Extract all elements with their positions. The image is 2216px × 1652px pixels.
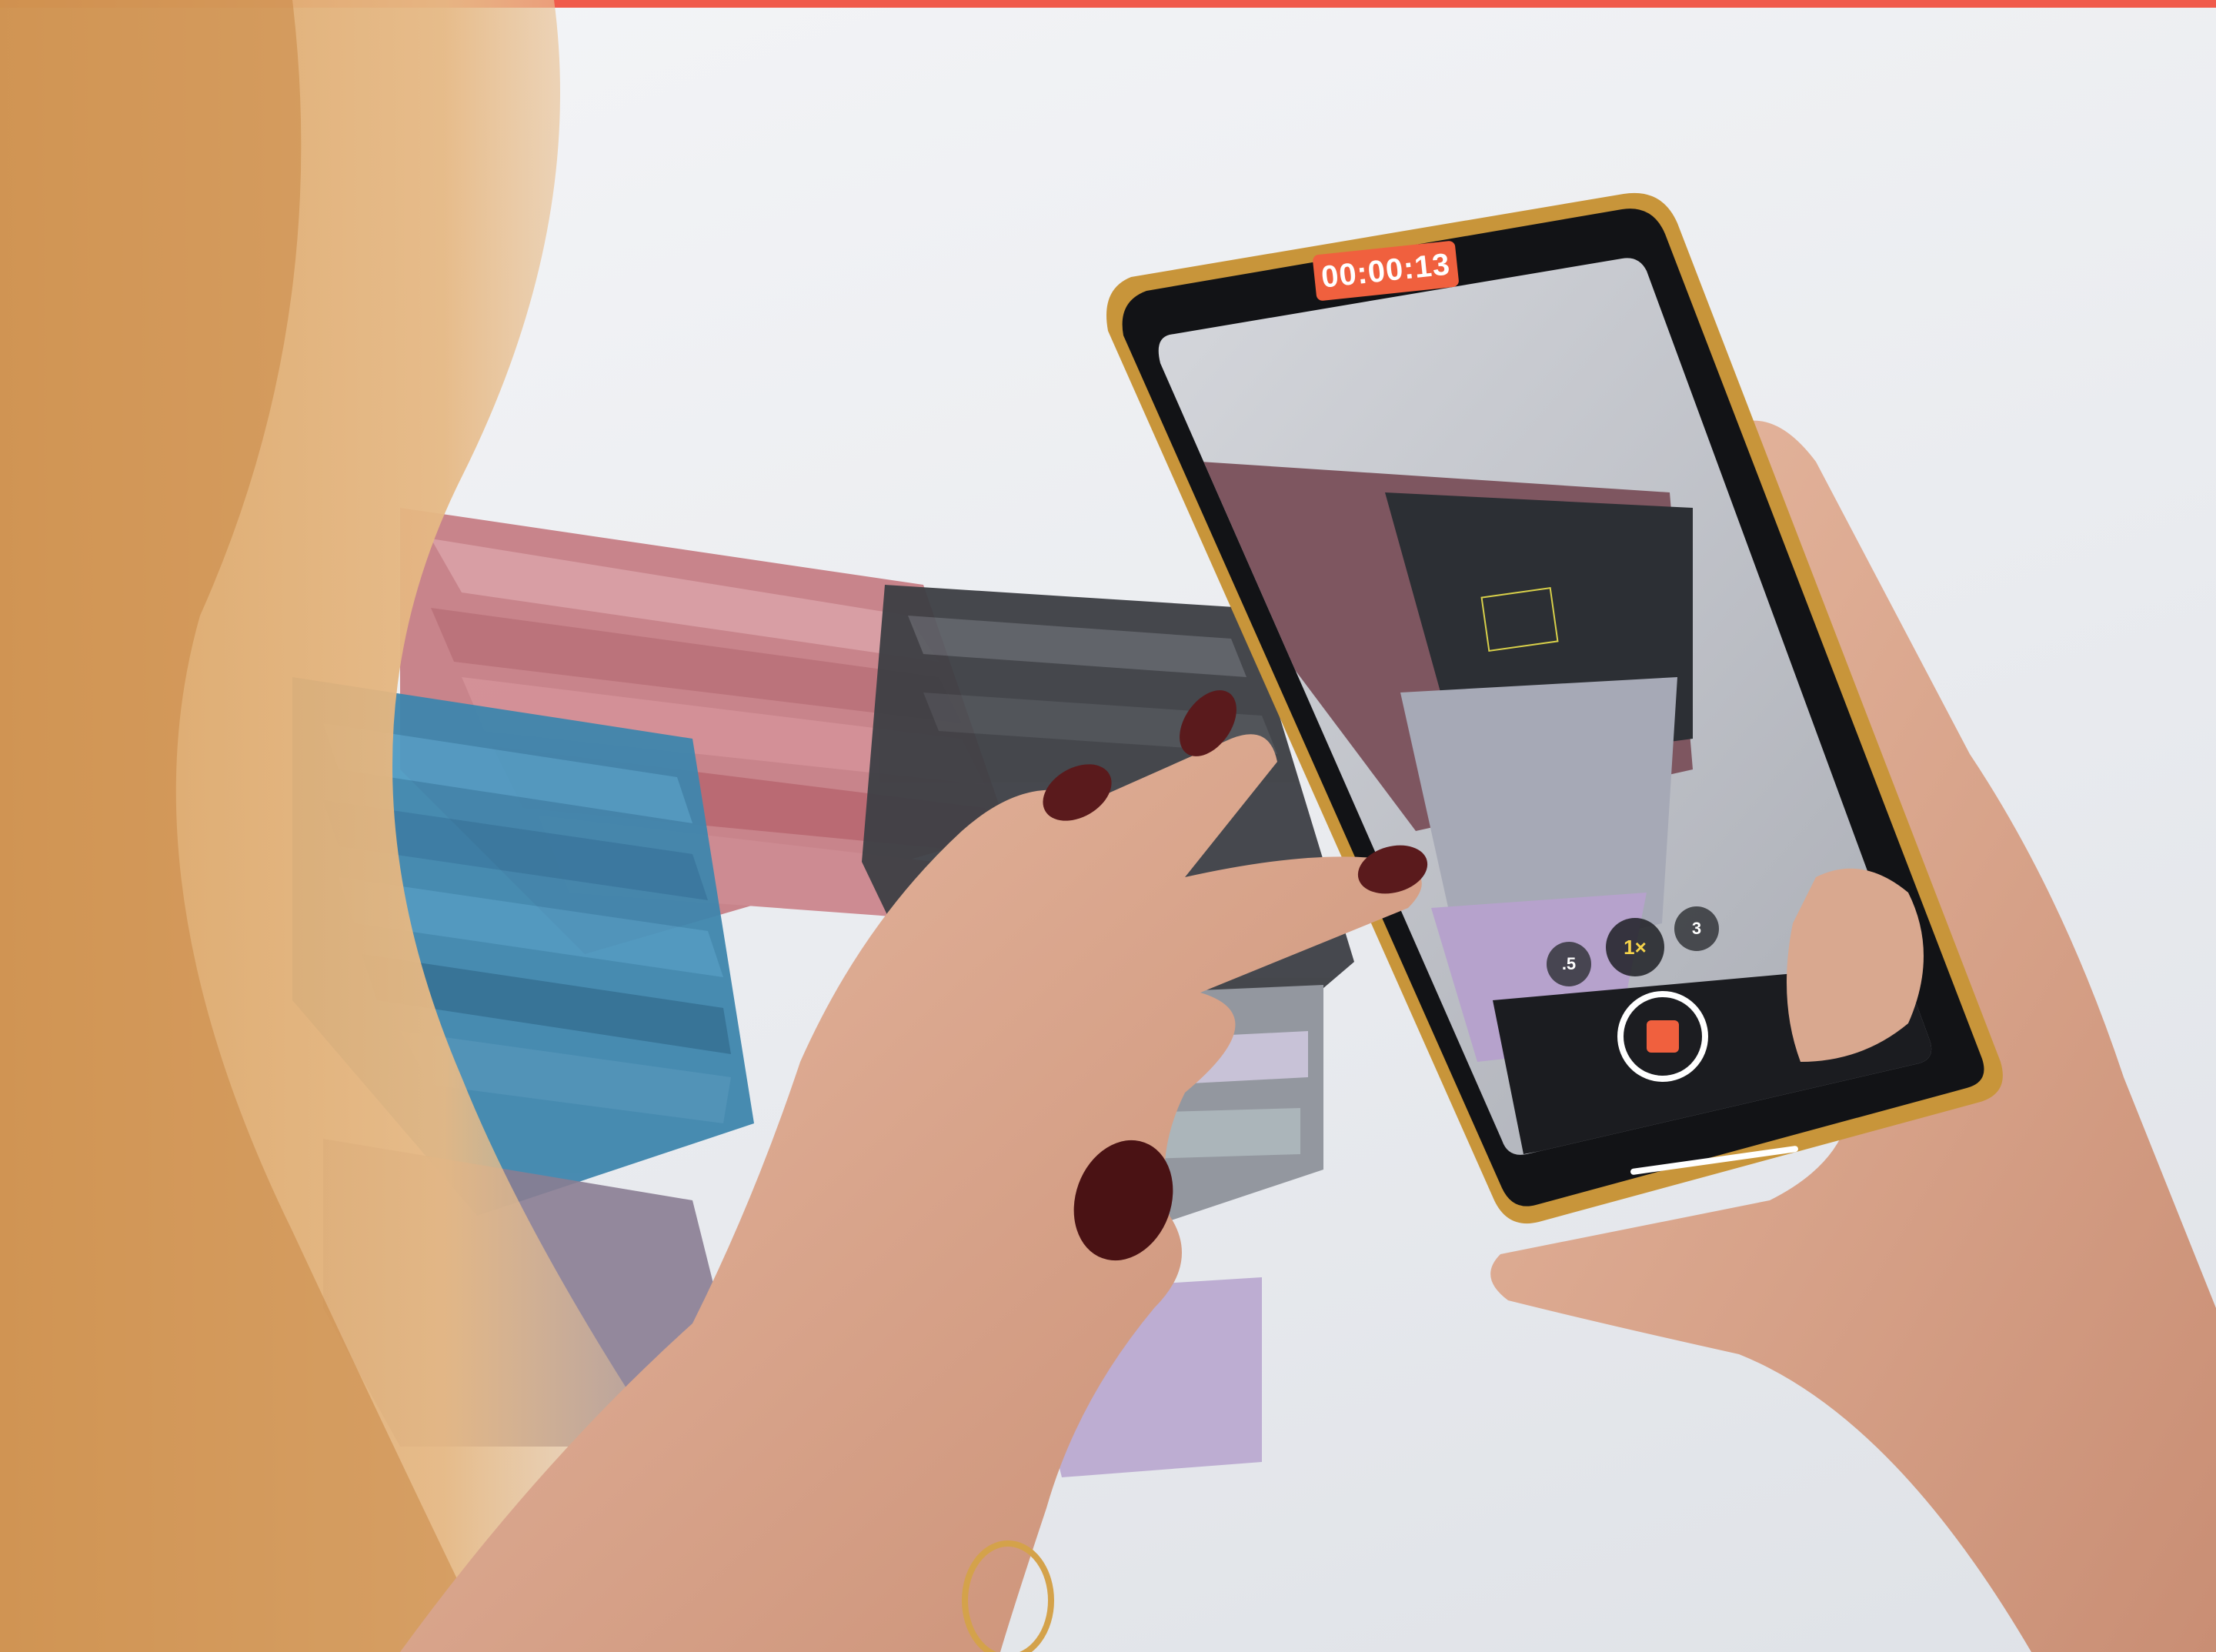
zoom-option-1x[interactable]: 1× xyxy=(1606,918,1664,976)
photo-illustration xyxy=(0,0,2216,1652)
photo: 00:00:13 .5 1× 3 xyxy=(0,0,2216,1652)
zoom-option-0-5[interactable]: .5 xyxy=(1547,942,1591,986)
zoom-option-3[interactable]: 3 xyxy=(1674,906,1719,951)
stop-recording-icon xyxy=(1647,1020,1679,1053)
